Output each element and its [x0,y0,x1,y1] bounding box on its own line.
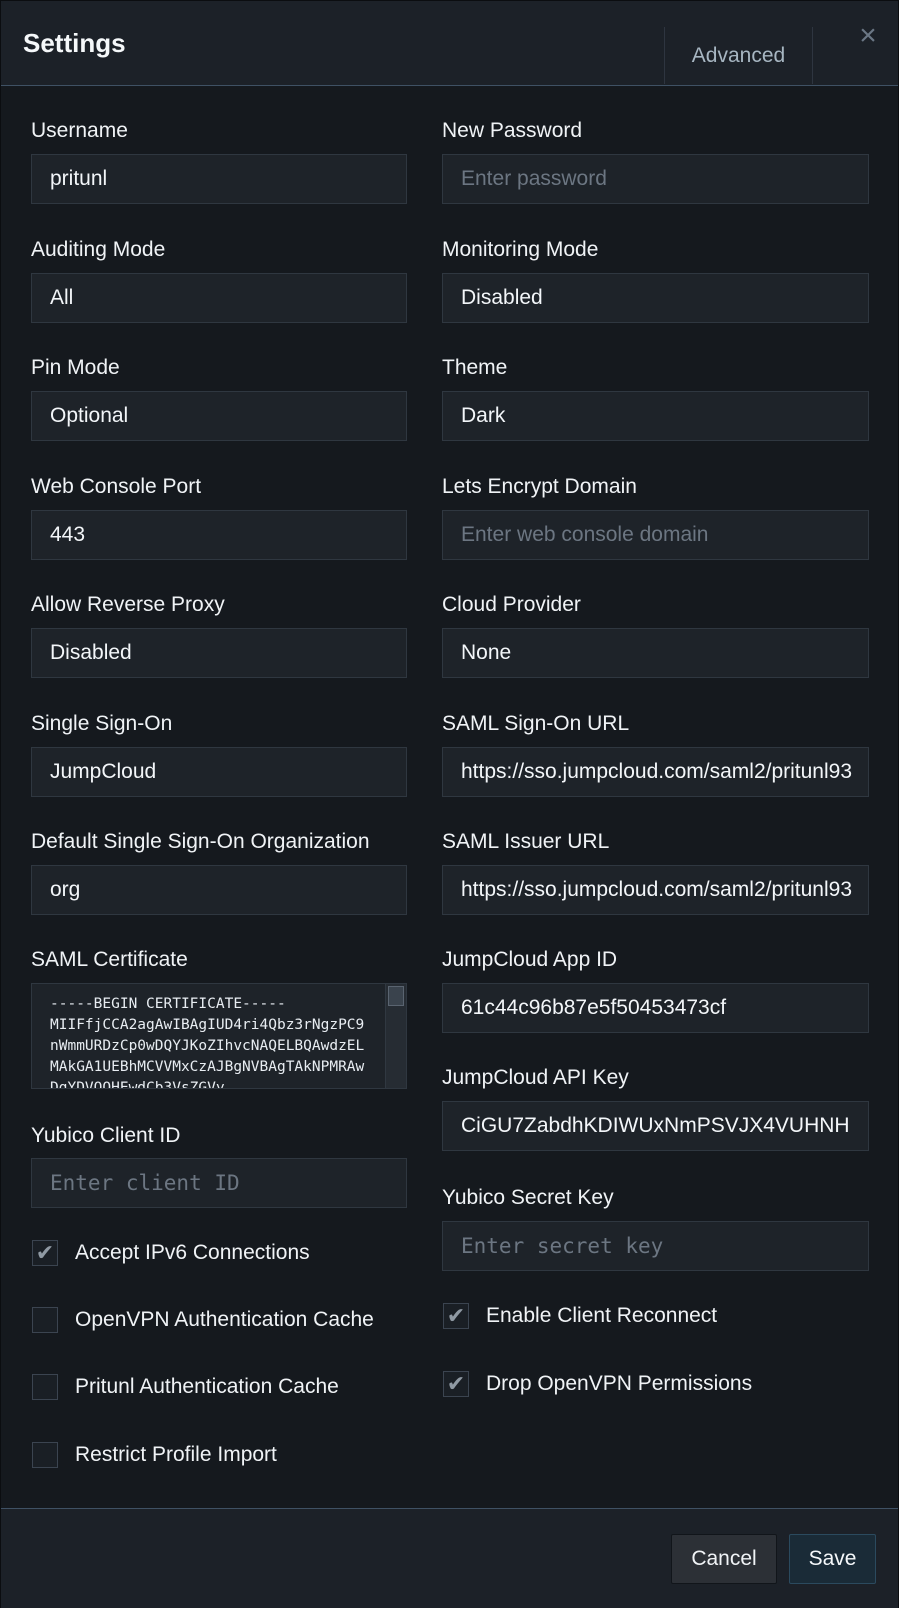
checkmark-icon[interactable]: ✔ [32,1240,58,1266]
default-sso-org-select[interactable]: org [31,865,407,915]
dialog-title: Settings [23,28,126,58]
monitoring-mode-label: Monitoring Mode [442,238,599,261]
saml-issuer-url-label: SAML Issuer URL [442,830,610,853]
openvpn-auth-cache-checkbox[interactable]: OpenVPN Authentication Cache [32,1307,374,1333]
jumpcloud-api-key-input[interactable]: CiGU7ZabdhKDIWUxNmPSVJX4VUHNH [442,1101,869,1151]
jumpcloud-app-id-input[interactable]: 61c44c96b87e5f50453473cf [442,983,869,1033]
allow-reverse-proxy-select[interactable]: Disabled [31,628,407,678]
accept-ipv6-checkbox[interactable]: ✔ Accept IPv6 Connections [32,1240,310,1266]
web-console-port-label: Web Console Port [31,475,202,498]
saml-sign-on-url-input[interactable]: https://sso.jumpcloud.com/saml2/pritunl9… [442,747,869,797]
theme-select[interactable]: Dark [442,391,869,441]
restrict-profile-import-checkbox[interactable]: Restrict Profile Import [32,1442,277,1468]
pritunl-auth-cache-checkbox[interactable]: Pritunl Authentication Cache [32,1374,339,1400]
jumpcloud-api-key-label: JumpCloud API Key [442,1066,629,1089]
auditing-mode-label: Auditing Mode [31,238,166,261]
pin-mode-select[interactable]: Optional [31,391,407,441]
web-console-port-input[interactable]: 443 [31,510,407,560]
saml-issuer-url-input[interactable]: https://sso.jumpcloud.com/saml2/pritunl9… [442,865,869,915]
checkmark-icon[interactable]: ✔ [443,1303,469,1329]
saml-certificate-text: -----BEGIN CERTIFICATE----- MIIFfjCCA2ag… [50,996,365,1089]
drop-openvpn-permissions-checkbox[interactable]: ✔ Drop OpenVPN Permissions [443,1371,752,1397]
drop-openvpn-permissions-label: Drop OpenVPN Permissions [486,1372,753,1395]
single-sign-on-label: Single Sign-On [31,712,173,735]
username-label: Username [31,119,128,142]
saml-sign-on-url-label: SAML Sign-On URL [442,712,630,735]
yubico-secret-key-input[interactable]: Enter secret key [442,1221,869,1271]
advanced-tab[interactable]: Advanced [664,27,813,84]
jumpcloud-app-id-label: JumpCloud App ID [442,948,618,971]
lets-encrypt-domain-input[interactable]: Enter web console domain [442,510,869,560]
enable-client-reconnect-checkbox[interactable]: ✔ Enable Client Reconnect [443,1303,717,1329]
monitoring-mode-select[interactable]: Disabled [442,273,869,323]
default-sso-org-label: Default Single Sign-On Organization [31,830,370,853]
close-icon[interactable]: × [855,21,881,51]
accept-ipv6-label: Accept IPv6 Connections [75,1241,310,1264]
dialog-header: Settings Advanced × [1,1,898,86]
settings-dialog: Settings Advanced × Username pritunl New… [0,0,899,1608]
cloud-provider-select[interactable]: None [442,628,869,678]
saml-certificate-textarea[interactable]: -----BEGIN CERTIFICATE----- MIIFfjCCA2ag… [31,983,407,1089]
enable-client-reconnect-label: Enable Client Reconnect [486,1304,718,1327]
scrollbar-thumb[interactable] [388,986,404,1006]
yubico-secret-key-label: Yubico Secret Key [442,1186,614,1209]
new-password-label: New Password [442,119,583,142]
dialog-footer: Cancel Save [1,1508,898,1608]
single-sign-on-select[interactable]: JumpCloud [31,747,407,797]
yubico-client-id-label: Yubico Client ID [31,1124,181,1147]
allow-reverse-proxy-label: Allow Reverse Proxy [31,593,225,616]
auditing-mode-select[interactable]: All [31,273,407,323]
yubico-client-id-input[interactable]: Enter client ID [31,1158,407,1208]
cancel-button[interactable]: Cancel [671,1534,777,1584]
checkbox-box[interactable] [32,1307,58,1333]
theme-label: Theme [442,356,508,379]
checkmark-icon[interactable]: ✔ [443,1371,469,1397]
lets-encrypt-domain-label: Lets Encrypt Domain [442,475,637,498]
checkbox-box[interactable] [32,1374,58,1400]
openvpn-auth-cache-label: OpenVPN Authentication Cache [75,1308,374,1331]
saml-certificate-label: SAML Certificate [31,948,188,971]
cloud-provider-label: Cloud Provider [442,593,581,616]
checkbox-box[interactable] [32,1442,58,1468]
certificate-scrollbar[interactable] [385,984,406,1088]
save-button[interactable]: Save [789,1534,876,1584]
new-password-input[interactable]: Enter password [442,154,869,204]
username-input[interactable]: pritunl [31,154,407,204]
restrict-profile-import-label: Restrict Profile Import [75,1443,277,1466]
pritunl-auth-cache-label: Pritunl Authentication Cache [75,1375,339,1398]
pin-mode-label: Pin Mode [31,356,120,379]
